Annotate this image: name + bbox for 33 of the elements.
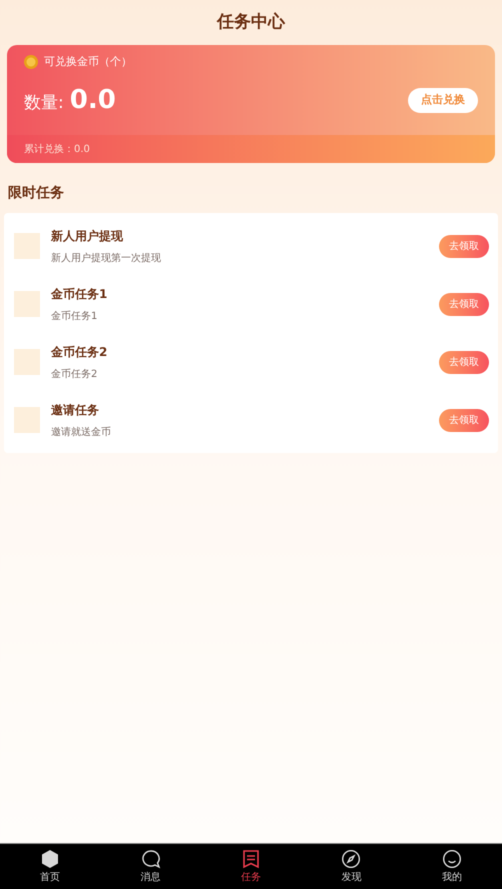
- chat-bubble-icon: [140, 848, 161, 868]
- amount-label: 数量:: [24, 92, 64, 114]
- section-title: 限时任务: [8, 185, 64, 201]
- claim-button[interactable]: 去领取: [439, 408, 489, 432]
- task-thumbnail: [14, 407, 40, 433]
- task-subtitle: 金币任务1: [51, 310, 98, 324]
- claim-button[interactable]: 去领取: [439, 234, 489, 258]
- claim-button[interactable]: 去领取: [439, 292, 489, 316]
- task-title: 邀请任务: [51, 402, 100, 418]
- smiley-icon: [442, 848, 462, 868]
- claim-button[interactable]: 去领取: [439, 350, 489, 374]
- tab-item[interactable]: 我的: [402, 844, 502, 889]
- task-subtitle: 邀请就送金币: [51, 426, 112, 440]
- page-title: 任务中心: [217, 10, 285, 34]
- document-icon: [241, 848, 262, 868]
- task-thumbnail: [14, 349, 40, 375]
- home-icon: [40, 848, 60, 868]
- task-subtitle: 金币任务2: [51, 368, 98, 382]
- coin-amount: 0.0: [70, 84, 116, 116]
- task-title: 金币任务2: [51, 344, 108, 360]
- task-title: 新人用户提现: [51, 228, 124, 244]
- total-redeemed: 累计兑换：0.0: [24, 142, 90, 156]
- tab-item[interactable]: 任务: [200, 844, 302, 889]
- tab-item[interactable]: 发现: [301, 844, 402, 889]
- coin-label: 可兑换金币（个）: [44, 54, 132, 70]
- task-subtitle: 新人用户提现第一次提现: [51, 252, 162, 266]
- task-title: 金币任务1: [51, 286, 108, 302]
- tab-item[interactable]: 首页: [0, 844, 100, 889]
- compass-icon: [341, 848, 362, 868]
- task-thumbnail: [14, 291, 40, 317]
- task-thumbnail: [14, 233, 40, 259]
- tab-item[interactable]: 消息: [100, 844, 201, 889]
- coin-icon: [24, 55, 38, 70]
